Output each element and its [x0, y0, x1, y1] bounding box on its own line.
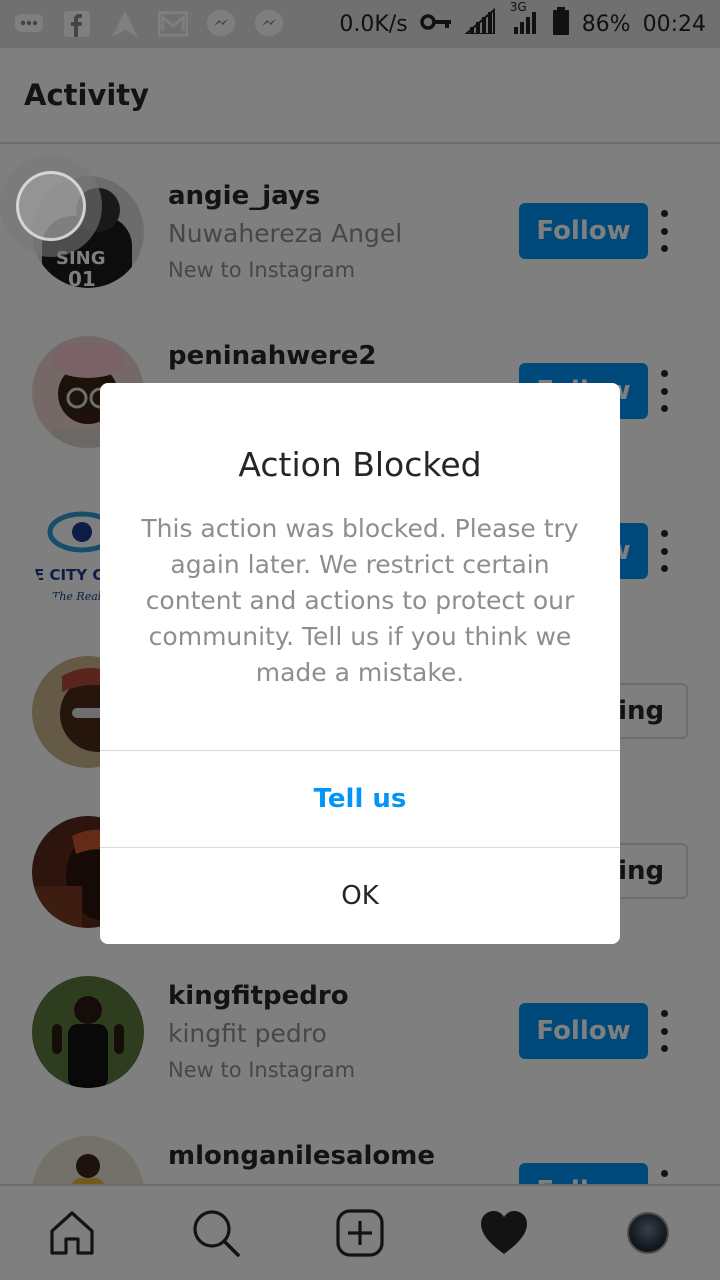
ok-button[interactable]: OK: [100, 848, 620, 944]
action-blocked-dialog: Action Blocked This action was blocked. …: [100, 383, 620, 944]
dialog-title: Action Blocked: [238, 445, 482, 484]
touch-indicator: [0, 155, 102, 257]
dialog-message: This action was blocked. Please try agai…: [141, 514, 579, 687]
tell-us-button[interactable]: Tell us: [100, 751, 620, 847]
